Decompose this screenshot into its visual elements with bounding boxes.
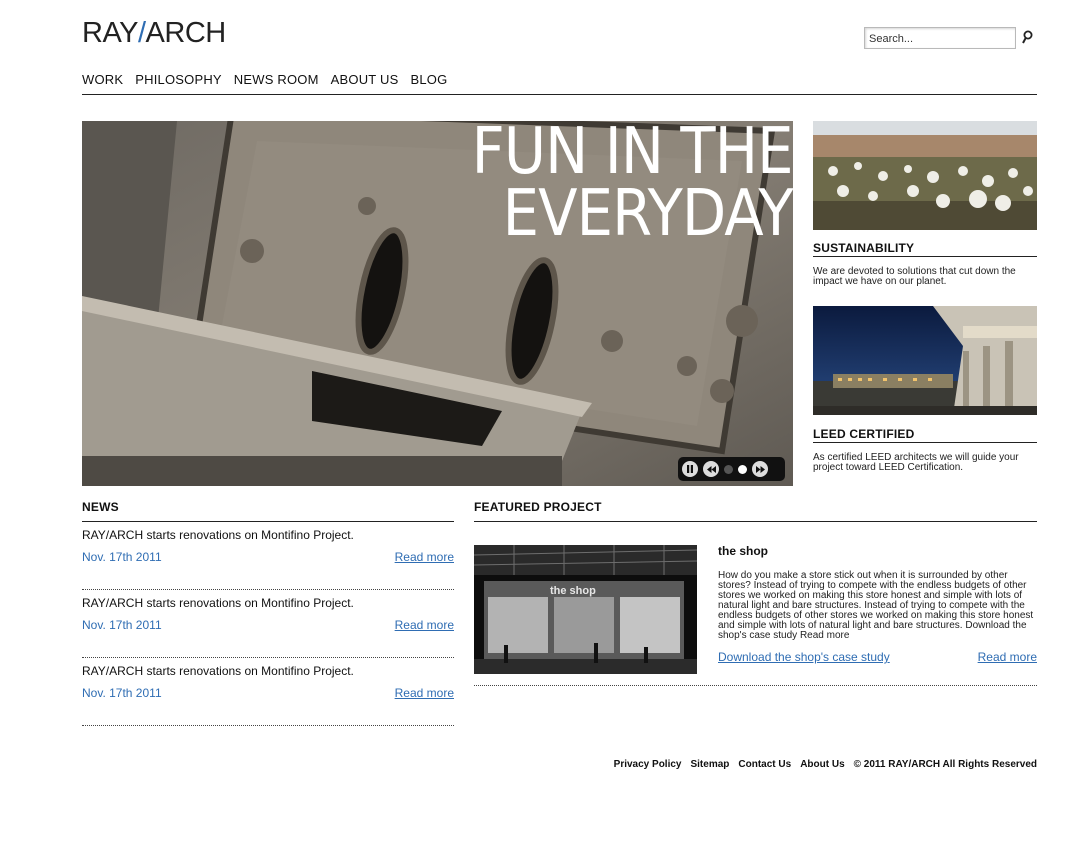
logo-slash: /	[137, 17, 146, 49]
news-date: Nov. 17th 2011	[82, 550, 162, 564]
news-read-more-link[interactable]: Read more	[395, 550, 454, 564]
leed-certified-title[interactable]: LEED CERTIFIED	[813, 427, 1037, 443]
footer: Privacy Policy Sitemap Contact Us About …	[614, 759, 1037, 770]
nav-divider	[82, 94, 1037, 95]
nav-item-philosophy[interactable]: PHILOSOPHY	[135, 72, 222, 87]
slide-dot-2[interactable]	[738, 464, 747, 474]
footer-link-contact-us[interactable]: Contact Us	[738, 759, 791, 770]
search-icon	[1022, 30, 1033, 44]
main-nav: WORK PHILOSOPHY NEWS ROOM ABOUT US BLOG	[82, 72, 447, 87]
news-date: Nov. 17th 2011	[82, 618, 162, 632]
pause-icon	[687, 465, 693, 473]
pause-button[interactable]	[682, 461, 698, 477]
flower-field-photo	[813, 121, 1037, 230]
news-item: RAY/ARCH starts renovations on Montifino…	[82, 664, 454, 726]
news-read-more-link[interactable]: Read more	[395, 618, 454, 632]
building-night-photo	[813, 306, 1037, 415]
leed-image[interactable]	[813, 306, 1037, 415]
featured-project-heading: FEATURED PROJECT	[474, 500, 1037, 522]
footer-link-privacy-policy[interactable]: Privacy Policy	[614, 759, 682, 770]
leed-certified-text: As certified LEED architects we will gui…	[813, 452, 1019, 473]
sustainability-text: We are devoted to solutions that cut dow…	[813, 266, 1016, 287]
news-item: RAY/ARCH starts renovations on Montifino…	[82, 528, 454, 590]
logo-text-left: RAY	[82, 17, 138, 49]
featured-project-title[interactable]: the shop	[718, 544, 768, 558]
hero-headline-line2: EVERYDAY	[503, 177, 793, 251]
featured-divider	[474, 685, 1037, 686]
hero-slider: FUN IN THE EVERYDAY	[82, 121, 793, 486]
copyright-text: © 2011 RAY/ARCH All Rights Reserved	[853, 759, 1037, 770]
featured-read-more-link[interactable]: Read more	[978, 650, 1037, 664]
sustainability-title[interactable]: SUSTAINABILITY	[813, 241, 1037, 257]
news-headline[interactable]: RAY/ARCH starts renovations on Montifino…	[82, 664, 354, 678]
logo-text-right: ARCH	[145, 17, 227, 49]
news-headline[interactable]: RAY/ARCH starts renovations on Montifino…	[82, 528, 354, 542]
storefront-sign: the shop	[550, 585, 596, 597]
storefront-photo: the shop	[474, 545, 697, 674]
news-item: RAY/ARCH starts renovations on Montifino…	[82, 596, 454, 658]
nav-item-work[interactable]: WORK	[82, 72, 123, 87]
search-box	[864, 27, 1016, 49]
sustainability-image[interactable]	[813, 121, 1037, 230]
slide-dot-1[interactable]	[724, 464, 733, 474]
footer-link-about-us[interactable]: About Us	[800, 759, 844, 770]
news-headline[interactable]: RAY/ARCH starts renovations on Montifino…	[82, 596, 354, 610]
news-date: Nov. 17th 2011	[82, 686, 162, 700]
site-logo[interactable]: RAY/ARCH	[82, 16, 226, 50]
nav-item-news-room[interactable]: NEWS ROOM	[234, 72, 319, 87]
news-heading: NEWS	[82, 500, 454, 522]
nav-item-about-us[interactable]: ABOUT US	[331, 72, 399, 87]
hero-headline: FUN IN THE EVERYDAY	[472, 121, 793, 251]
rewind-icon	[706, 465, 716, 473]
footer-link-sitemap[interactable]: Sitemap	[690, 759, 729, 770]
nav-item-blog[interactable]: BLOG	[410, 72, 447, 87]
hero-headline-line1: FUN IN THE	[472, 121, 793, 189]
slider-controls	[678, 457, 785, 481]
previous-slide-button[interactable]	[703, 461, 719, 477]
featured-project-image[interactable]: the shop	[474, 545, 697, 674]
search-input[interactable]	[865, 28, 1015, 48]
news-read-more-link[interactable]: Read more	[395, 686, 454, 700]
featured-project-description: How do you make a store stick out when i…	[718, 570, 1034, 641]
search-button[interactable]	[1020, 29, 1034, 47]
next-slide-button[interactable]	[752, 461, 768, 477]
download-case-study-link[interactable]: Download the shop's case study	[718, 650, 890, 664]
fast-forward-icon	[755, 465, 765, 473]
